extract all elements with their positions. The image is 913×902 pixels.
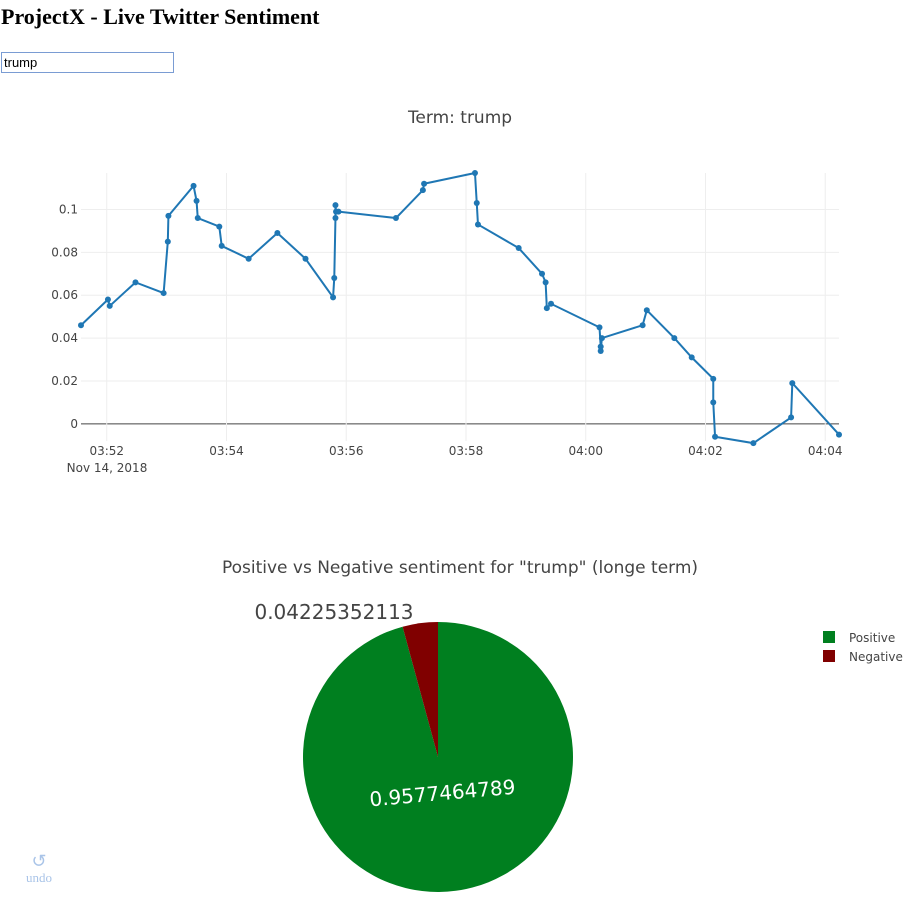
data-point[interactable] bbox=[216, 223, 223, 230]
y-tick-label: 0.08 bbox=[51, 245, 78, 259]
data-point[interactable] bbox=[193, 197, 200, 204]
legend-label-negative: Negative bbox=[849, 650, 903, 664]
data-point[interactable] bbox=[164, 238, 171, 245]
y-tick-label: 0.02 bbox=[51, 374, 78, 388]
data-point[interactable] bbox=[597, 347, 604, 354]
data-point[interactable] bbox=[106, 302, 113, 309]
undo-icon: ↺ bbox=[31, 851, 47, 871]
line-chart-grid bbox=[81, 173, 839, 441]
data-point[interactable] bbox=[190, 182, 197, 189]
data-point[interactable] bbox=[688, 354, 695, 361]
data-point[interactable] bbox=[332, 215, 339, 222]
data-point[interactable] bbox=[392, 215, 399, 222]
x-tick-label: 04:00 bbox=[568, 444, 603, 458]
legend-swatch-positive bbox=[823, 631, 835, 643]
data-point[interactable] bbox=[788, 414, 795, 421]
data-point[interactable] bbox=[515, 245, 522, 252]
data-point[interactable] bbox=[274, 230, 281, 237]
data-point[interactable] bbox=[332, 202, 339, 209]
data-point[interactable] bbox=[194, 215, 201, 222]
data-point[interactable] bbox=[474, 221, 481, 228]
undo-label: undo bbox=[26, 870, 52, 885]
data-point[interactable] bbox=[331, 275, 338, 282]
legend-item-positive[interactable]: Positive bbox=[823, 631, 895, 645]
sentiment-pie-chart: Positive vs Negative sentiment for "trum… bbox=[222, 558, 903, 892]
x-tick-label: 03:56 bbox=[329, 444, 364, 458]
data-point[interactable] bbox=[302, 255, 309, 262]
data-point[interactable] bbox=[471, 170, 478, 176]
data-point[interactable] bbox=[671, 335, 678, 342]
data-point[interactable] bbox=[335, 208, 342, 215]
data-point[interactable] bbox=[643, 307, 650, 314]
data-point[interactable] bbox=[132, 279, 139, 286]
data-point[interactable] bbox=[542, 279, 549, 286]
y-tick-label: 0.04 bbox=[51, 331, 78, 345]
data-point[interactable] bbox=[160, 290, 167, 297]
charts-canvas: Term: trump 0 0.02 0.04 0.06 0.08 0.1 03:52 03:… bbox=[51, 108, 903, 892]
data-point[interactable] bbox=[639, 322, 646, 329]
data-point[interactable] bbox=[836, 431, 842, 438]
y-tick-label: 0.06 bbox=[51, 288, 78, 302]
data-point[interactable] bbox=[421, 180, 428, 187]
data-point[interactable] bbox=[710, 375, 717, 382]
line-series bbox=[78, 170, 842, 447]
x-tick-label: 03:52 bbox=[89, 444, 124, 458]
x-tick-label: 04:04 bbox=[808, 444, 843, 458]
x-tick-label: 03:58 bbox=[449, 444, 484, 458]
sentiment-line-chart: Term: trump 0 0.02 0.04 0.06 0.08 0.1 03:52 03:… bbox=[51, 108, 842, 475]
data-point[interactable] bbox=[165, 212, 172, 219]
series-line bbox=[80, 171, 840, 445]
data-point[interactable] bbox=[539, 270, 546, 277]
data-point[interactable] bbox=[330, 294, 337, 301]
data-point[interactable] bbox=[710, 399, 717, 406]
y-tick-label: 0.1 bbox=[59, 202, 78, 216]
data-point[interactable] bbox=[789, 380, 796, 387]
data-point[interactable] bbox=[419, 187, 426, 194]
data-point[interactable] bbox=[473, 200, 480, 207]
pie-negative-value-label: 0.04225352113 bbox=[254, 600, 413, 624]
data-point[interactable] bbox=[104, 296, 111, 303]
y-tick-label: 0 bbox=[70, 417, 78, 431]
line-chart-title: Term: trump bbox=[407, 108, 512, 128]
x-tick-label: 03:54 bbox=[209, 444, 244, 458]
legend-item-negative[interactable]: Negative bbox=[823, 650, 903, 664]
x-tick-label: 04:02 bbox=[688, 444, 723, 458]
pie-slices bbox=[302, 622, 574, 892]
undo-button[interactable]: ↺ undo bbox=[22, 852, 56, 886]
legend-label-positive: Positive bbox=[849, 631, 895, 645]
data-point[interactable] bbox=[245, 255, 252, 262]
data-point[interactable] bbox=[750, 440, 757, 447]
data-point[interactable] bbox=[78, 322, 84, 329]
pie-chart-title: Positive vs Negative sentiment for "trum… bbox=[222, 558, 698, 578]
data-point[interactable] bbox=[598, 335, 605, 342]
data-point[interactable] bbox=[548, 300, 555, 307]
x-axis-date-label: Nov 14, 2018 bbox=[67, 461, 148, 475]
data-point[interactable] bbox=[218, 242, 225, 249]
data-point[interactable] bbox=[596, 324, 603, 331]
pie-legend: Positive Negative bbox=[823, 631, 903, 664]
data-point[interactable] bbox=[543, 305, 550, 312]
legend-swatch-negative bbox=[823, 650, 835, 662]
data-point[interactable] bbox=[712, 433, 719, 440]
